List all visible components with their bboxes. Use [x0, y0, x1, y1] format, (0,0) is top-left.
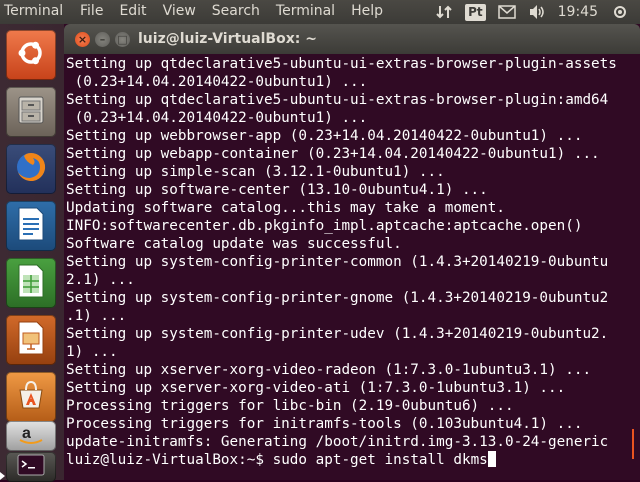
close-icon[interactable]: × [75, 32, 90, 47]
menu-view[interactable]: View [155, 3, 204, 19]
terminal-line: Setting up webbrowser-app (0.23+14.04.20… [66, 128, 583, 144]
terminal-line: Setting up webapp-container (0.23+14.04.… [66, 146, 600, 162]
menu-bar: File Edit View Search Terminal Help [72, 3, 391, 19]
window-title: luiz@luiz-VirtualBox: ~ [138, 31, 317, 47]
menu-help[interactable]: Help [343, 3, 391, 19]
launcher-calc[interactable] [6, 258, 56, 308]
terminal-line: (0.23+14.04.20140422-0ubuntu1) ... [66, 110, 368, 126]
terminal-line: Setting up system-config-printer-gnome (… [66, 290, 609, 306]
top-panel: Terminal File Edit View Search Terminal … [0, 0, 640, 24]
mail-icon[interactable] [497, 0, 516, 24]
menu-file[interactable]: File [72, 3, 111, 19]
terminal-line: 1) ... [66, 344, 118, 360]
terminal-line: Setting up xserver-xorg-video-radeon (1:… [66, 362, 592, 378]
shell-prompt: luiz@luiz-VirtualBox:~$ [66, 452, 273, 468]
launcher-amazon[interactable]: a [6, 421, 56, 451]
network-icon[interactable] [435, 0, 453, 24]
terminal-line: update-initramfs: Generating /boot/initr… [66, 434, 609, 450]
terminal-line: Setting up qtdeclarative5-ubuntu-ui-extr… [66, 56, 617, 72]
terminal-line: Setting up xserver-xorg-video-ati (1:7.3… [66, 380, 566, 396]
terminal-line: (0.23+14.04.20140422-0ubuntu1) ... [66, 74, 368, 90]
active-app-indicator [0, 472, 5, 480]
menu-edit[interactable]: Edit [111, 3, 154, 19]
launcher: a [0, 24, 65, 482]
text-cursor [487, 451, 496, 467]
terminal-prompt-line[interactable]: luiz@luiz-VirtualBox:~$ sudo apt-get ins… [66, 451, 638, 469]
firefox-icon [12, 148, 50, 190]
scrollbar-indicator[interactable] [632, 429, 634, 459]
calc-icon [16, 263, 46, 303]
window-titlebar[interactable]: × – □ luiz@luiz-VirtualBox: ~ [64, 24, 640, 54]
terminal-line: Software catalog update was successful. [66, 236, 402, 252]
terminal-output[interactable]: Setting up qtdeclarative5-ubuntu-ui-extr… [64, 54, 640, 480]
terminal-line: .1) ... [66, 308, 127, 324]
power-gear-icon[interactable] [612, 0, 628, 24]
files-icon [14, 93, 48, 131]
launcher-software-center[interactable] [6, 372, 56, 422]
app-name: Terminal [4, 3, 64, 19]
terminal-line: 2.1) ... [66, 272, 135, 288]
menu-search[interactable]: Search [204, 3, 268, 19]
menu-terminal[interactable]: Terminal [268, 3, 343, 19]
launcher-impress[interactable] [6, 315, 56, 365]
clock[interactable]: 19:45 [558, 0, 598, 24]
terminal-line: Setting up system-config-printer-udev (1… [66, 326, 609, 342]
terminal-window: × – □ luiz@luiz-VirtualBox: ~ Setting up… [64, 24, 640, 480]
launcher-dash-home[interactable] [6, 30, 56, 80]
indicator-area: Pt 19:45 [435, 0, 640, 24]
minimize-icon[interactable]: – [95, 32, 110, 47]
launcher-firefox[interactable] [6, 144, 56, 194]
terminal-line: Setting up system-config-printer-common … [66, 254, 609, 270]
launcher-writer[interactable] [6, 201, 56, 251]
terminal-line: Updating software catalog...this may tak… [66, 200, 505, 216]
terminal-line: Processing triggers for libc-bin (2.19-0… [66, 398, 514, 414]
writer-icon [16, 206, 46, 246]
terminal-line: Setting up qtdeclarative5-ubuntu-ui-extr… [66, 92, 609, 108]
terminal-line: Setting up simple-scan (3.12.1-0ubuntu1)… [66, 164, 445, 180]
keyboard-layout-indicator[interactable]: Pt [465, 3, 486, 21]
launcher-files[interactable] [6, 87, 56, 137]
terminal-line: INFO:softwarecenter.db.pkginfo_impl.aptc… [66, 218, 583, 234]
svg-text:a: a [22, 425, 31, 442]
terminal-line: Setting up software-center (13.10-0ubunt… [66, 182, 488, 198]
ubuntu-logo-icon [14, 36, 48, 74]
terminal-icon [14, 452, 48, 482]
impress-icon [16, 320, 46, 360]
command-input[interactable]: sudo apt-get install dkms [273, 452, 488, 468]
terminal-line: Processing triggers for initramfs-tools … [66, 416, 583, 432]
launcher-terminal[interactable] [6, 452, 56, 482]
software-center-icon [14, 378, 48, 416]
amazon-icon: a [14, 421, 48, 451]
volume-icon[interactable] [528, 0, 546, 24]
maximize-icon[interactable]: □ [115, 32, 130, 47]
